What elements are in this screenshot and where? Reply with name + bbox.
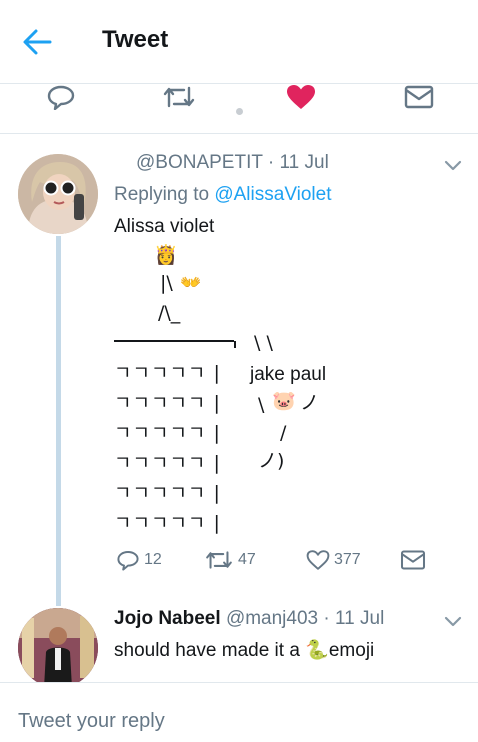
heart-icon[interactable] (286, 84, 316, 110)
replying-handle-link[interactable]: @AlissaViolet (214, 184, 331, 205)
ascii-wall-row: ㄱㄱㄱㄱㄱ | (114, 512, 221, 534)
message-stat[interactable] (400, 548, 426, 572)
ascii-wall-row: ㄱㄱㄱㄱㄱ | (114, 452, 221, 474)
ascii-legs: /\_ (158, 302, 181, 324)
ascii-wall-row: ㄱㄱㄱㄱㄱ | (114, 482, 221, 504)
reply-text-end: emoji (328, 640, 375, 661)
timestamp[interactable]: · 11 Jul (268, 152, 329, 173)
snake-emoji: 🐍 (305, 640, 329, 661)
avatar[interactable] (18, 608, 98, 688)
ascii-fall-lines: \ \ (254, 332, 273, 354)
hands-emoji: 👐 (180, 273, 202, 292)
reply-text: should have made it a 🐍emoji (114, 638, 374, 662)
tweet-text: Alissa violet (114, 216, 215, 237)
retweet-stat[interactable]: 47 (204, 548, 256, 572)
like-stat[interactable]: 377 (306, 548, 361, 572)
ascii-body-lower: / (280, 422, 287, 444)
timestamp[interactable]: · 11 Jul (323, 608, 384, 629)
top-bar: Tweet (0, 0, 478, 84)
avatar[interactable] (18, 154, 98, 234)
avatar-image (18, 154, 98, 234)
reply-icon (117, 551, 139, 571)
loading-dot (236, 108, 243, 115)
chevron-down-icon[interactable] (444, 616, 462, 628)
message-icon (400, 550, 426, 570)
ascii-body: \ (258, 394, 265, 416)
username[interactable]: @manj403 (226, 608, 318, 629)
reply-text-start: should have made it a (114, 640, 300, 661)
princess-emoji: 👸 (154, 245, 178, 266)
reply-icon[interactable] (46, 84, 76, 110)
display-name[interactable]: Jojo Nabeel (114, 608, 221, 629)
chevron-down-icon[interactable] (444, 160, 462, 172)
like-count: 377 (334, 551, 361, 568)
replying-to: Replying to @AlissaViolet (114, 184, 332, 206)
ascii-wall-row: ㄱㄱㄱㄱㄱ | (114, 392, 221, 414)
ascii-body-right: ノ (300, 392, 320, 414)
ascii-arms: |\ (160, 272, 173, 294)
retweet-icon (206, 551, 232, 569)
message-icon[interactable] (404, 84, 434, 110)
replying-prefix: Replying to (114, 184, 210, 205)
username[interactable]: @BONAPETIT (136, 152, 263, 173)
reply-stat[interactable]: 12 (116, 548, 162, 572)
tweet-header: @BONAPETIT · 11 Jul (136, 152, 329, 174)
reply-header: Jojo Nabeel @manj403 · 11 Jul (114, 608, 384, 630)
retweet-count: 47 (238, 551, 256, 568)
reply-count: 12 (144, 551, 162, 568)
ascii-feet: ノ) (258, 450, 285, 472)
avatar-image (18, 608, 98, 688)
pig-emoji: 🐷 (272, 391, 296, 412)
thread-connector (56, 236, 61, 606)
ascii-wall-row: ㄱㄱㄱㄱㄱ | (114, 362, 221, 384)
heart-outline-icon (306, 550, 330, 570)
ascii-label: jake paul (250, 364, 327, 385)
ascii-ledge (114, 340, 236, 348)
page-title: Tweet (102, 26, 169, 53)
back-arrow-icon[interactable] (22, 28, 52, 56)
retweet-icon[interactable] (162, 84, 196, 110)
reply-input[interactable]: Tweet your reply (18, 710, 165, 733)
ascii-wall-row: ㄱㄱㄱㄱㄱ | (114, 422, 221, 444)
